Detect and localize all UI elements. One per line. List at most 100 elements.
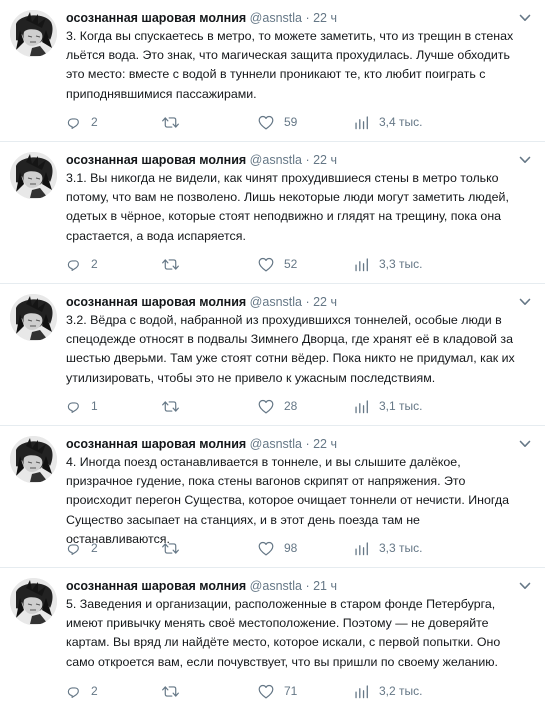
chevron-down-icon[interactable] bbox=[519, 297, 531, 307]
reply-button[interactable]: 2 bbox=[66, 682, 98, 700]
avatar[interactable] bbox=[10, 578, 57, 625]
views-count: 3,4 тыс. bbox=[379, 115, 423, 129]
avatar-image-icon bbox=[10, 152, 57, 199]
tweet[interactable]: осознанная шаровая молния @asnstla · 21 … bbox=[0, 568, 545, 710]
avatar[interactable] bbox=[10, 294, 57, 341]
like-count: 59 bbox=[284, 115, 298, 129]
like-button[interactable]: 59 bbox=[258, 113, 297, 131]
reply-count: 1 bbox=[91, 399, 98, 413]
separator-dot: · bbox=[305, 11, 310, 25]
retweet-icon bbox=[162, 400, 179, 412]
tweet[interactable]: осознанная шаровая молния @asnstla · 22 … bbox=[0, 142, 545, 284]
tweet-actions: 2 52 3,3 тыс. bbox=[66, 255, 486, 273]
views-icon bbox=[355, 257, 368, 271]
chevron-down-icon[interactable] bbox=[519, 439, 531, 449]
separator-dot: · bbox=[305, 579, 310, 593]
tweet[interactable]: осознанная шаровая молния @asnstla · 22 … bbox=[0, 426, 545, 568]
views-icon bbox=[355, 684, 368, 698]
views-button[interactable]: 3,1 тыс. bbox=[354, 397, 422, 415]
tweet-time[interactable]: 22 ч bbox=[313, 437, 337, 451]
author-name[interactable]: осознанная шаровая молния bbox=[66, 11, 246, 25]
tweet-time[interactable]: 22 ч bbox=[313, 11, 337, 25]
like-count: 71 bbox=[284, 684, 298, 698]
avatar[interactable] bbox=[10, 436, 57, 483]
retweet-button[interactable] bbox=[162, 682, 189, 700]
avatar-image-icon bbox=[10, 436, 57, 483]
like-icon bbox=[258, 115, 274, 129]
chevron-down-icon[interactable] bbox=[519, 155, 531, 165]
avatar[interactable] bbox=[10, 10, 57, 57]
author-name[interactable]: осознанная шаровая молния bbox=[66, 295, 246, 309]
tweet-text: 5. Заведения и организации, расположенны… bbox=[66, 597, 501, 669]
reply-icon bbox=[67, 401, 79, 413]
retweet-button[interactable] bbox=[162, 255, 189, 273]
views-button[interactable]: 3,3 тыс. bbox=[354, 539, 422, 557]
retweet-button[interactable] bbox=[162, 113, 189, 131]
views-icon bbox=[355, 399, 368, 413]
like-count: 98 bbox=[284, 541, 298, 555]
tweet-text: 3.2. Вёдра с водой, набранной из прохуди… bbox=[66, 313, 515, 385]
tweet-actions: 1 28 3,1 тыс. bbox=[66, 397, 486, 415]
reply-count: 2 bbox=[91, 684, 98, 698]
views-icon bbox=[355, 541, 368, 555]
reply-icon bbox=[67, 117, 79, 129]
like-icon bbox=[258, 257, 274, 271]
avatar-image-icon bbox=[10, 578, 57, 625]
like-count: 28 bbox=[284, 399, 298, 413]
author-handle[interactable]: @asnstla bbox=[250, 153, 302, 167]
tweet-text: 3. Когда вы спускаетесь в метро, то може… bbox=[66, 29, 514, 101]
author-handle[interactable]: @asnstla bbox=[250, 579, 302, 593]
reply-button[interactable]: 1 bbox=[66, 397, 98, 415]
tweet-header: осознанная шаровая молния @asnstla · 22 … bbox=[66, 152, 515, 168]
author-name[interactable]: осознанная шаровая молния bbox=[66, 153, 246, 167]
tweet[interactable]: осознанная шаровая молния @asnstla · 22 … bbox=[0, 284, 545, 426]
like-count: 52 bbox=[284, 257, 298, 271]
views-button[interactable]: 3,3 тыс. bbox=[354, 255, 422, 273]
author-handle[interactable]: @asnstla bbox=[250, 11, 302, 25]
retweet-icon bbox=[162, 542, 179, 554]
views-icon bbox=[355, 115, 368, 129]
reply-button[interactable]: 2 bbox=[66, 539, 98, 557]
chevron-down-icon[interactable] bbox=[519, 13, 531, 23]
retweet-button[interactable] bbox=[162, 397, 189, 415]
author-name[interactable]: осознанная шаровая молния bbox=[66, 437, 246, 451]
like-button[interactable]: 71 bbox=[258, 682, 297, 700]
retweet-button[interactable] bbox=[162, 539, 189, 557]
chevron-down-icon[interactable] bbox=[519, 581, 531, 591]
like-button[interactable]: 28 bbox=[258, 397, 297, 415]
retweet-icon bbox=[162, 685, 179, 697]
separator-dot: · bbox=[305, 295, 310, 309]
tweet-header: осознанная шаровая молния @asnstla · 22 … bbox=[66, 436, 515, 452]
retweet-icon bbox=[162, 116, 179, 128]
separator-dot: · bbox=[305, 437, 310, 451]
reply-count: 2 bbox=[91, 115, 98, 129]
timeline: осознанная шаровая молния @asnstla · 22 … bbox=[0, 0, 545, 710]
tweet[interactable]: осознанная шаровая молния @asnstla · 22 … bbox=[0, 0, 545, 142]
author-name[interactable]: осознанная шаровая молния bbox=[66, 579, 246, 593]
tweet-header: осознанная шаровая молния @asnstla · 22 … bbox=[66, 10, 515, 26]
reply-button[interactable]: 2 bbox=[66, 255, 98, 273]
author-handle[interactable]: @asnstla bbox=[250, 295, 302, 309]
avatar[interactable] bbox=[10, 152, 57, 199]
views-button[interactable]: 3,4 тыс. bbox=[354, 113, 422, 131]
like-icon bbox=[258, 399, 274, 413]
like-button[interactable]: 52 bbox=[258, 255, 297, 273]
reply-count: 2 bbox=[91, 257, 98, 271]
reply-icon bbox=[67, 259, 79, 271]
tweet-actions: 2 98 3,3 тыс. bbox=[66, 539, 486, 557]
tweet-time[interactable]: 21 ч bbox=[313, 579, 337, 593]
tweet-time[interactable]: 22 ч bbox=[313, 153, 337, 167]
author-handle[interactable]: @asnstla bbox=[250, 437, 302, 451]
tweet-text: 4. Иногда поезд останавливается в тоннел… bbox=[66, 455, 509, 546]
views-count: 3,1 тыс. bbox=[379, 399, 423, 413]
tweet-header: осознанная шаровая молния @asnstla · 22 … bbox=[66, 294, 515, 310]
views-button[interactable]: 3,2 тыс. bbox=[354, 682, 422, 700]
views-count: 3,3 тыс. bbox=[379, 257, 423, 271]
reply-button[interactable]: 2 bbox=[66, 113, 98, 131]
tweet-actions: 2 59 3,4 тыс. bbox=[66, 113, 486, 131]
avatar-image-icon bbox=[10, 294, 57, 341]
reply-icon bbox=[67, 686, 79, 698]
tweet-text: 3.1. Вы никогда не видели, как чинят про… bbox=[66, 171, 509, 243]
tweet-time[interactable]: 22 ч bbox=[313, 295, 337, 309]
like-button[interactable]: 98 bbox=[258, 539, 297, 557]
